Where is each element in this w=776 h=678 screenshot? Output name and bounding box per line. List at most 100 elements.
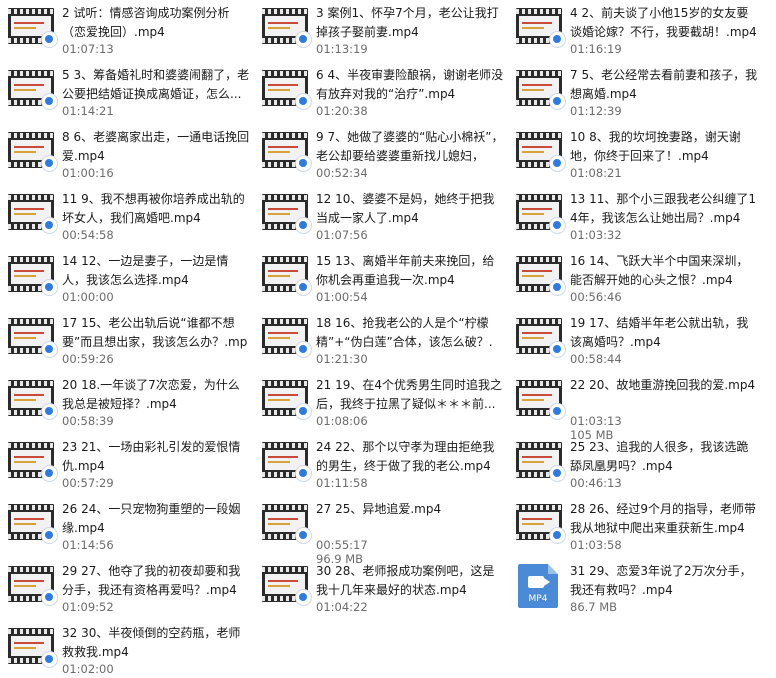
file-item[interactable]: 26 24、一只宠物狗重塑的一段姻缘.mp4 01:14:56 [0, 496, 250, 554]
file-duration: 01:03:32 [570, 228, 622, 242]
video-thumbnail-icon[interactable] [516, 442, 566, 482]
file-item[interactable]: 23 21、一场由彩礼引发的爱恨情仇.mp4 00:57:29 [0, 434, 250, 492]
file-name: 8 6、老婆离家出走，一通电话挽回爱.mp4 [62, 130, 250, 163]
video-thumbnail-icon[interactable] [262, 132, 312, 172]
video-thumbnail-icon[interactable] [262, 566, 312, 606]
video-thumbnail-icon[interactable] [8, 442, 58, 482]
video-thumbnail-icon[interactable] [516, 194, 566, 234]
video-thumbnail-icon[interactable] [516, 70, 566, 110]
video-thumbnail-icon[interactable] [262, 318, 312, 358]
file-duration: 00:55:17 [316, 538, 368, 552]
file-name: 25 23、追我的人很多，我该选跪舔凤凰男吗？.mp4 [570, 440, 749, 473]
cloud-sync-icon [41, 279, 58, 296]
video-thumbnail-icon[interactable] [8, 194, 58, 234]
cloud-sync-icon [41, 217, 58, 234]
file-name: 6 4、半夜审妻险酿祸，谢谢老师没有放弃对我的“治疗”.mp4 [316, 68, 504, 101]
video-thumbnail-icon[interactable] [516, 380, 566, 420]
file-name: 16 14、飞跃大半个中国来深圳，能否解开她的心头之恨？.mp4 [570, 254, 749, 287]
file-item[interactable]: 29 27、他夺了我的初夜却要和我分手，我还有资格再爱吗？.mp4 01:09:5… [0, 558, 250, 616]
file-name: 17 15、老公出轨后说“谁都不想要”而且想出家，我该怎么办？.mp4 [62, 316, 248, 349]
file-duration: 01:11:58 [316, 476, 368, 490]
file-name: 20 18.一年谈了7次恋爱，为什么我总是被短择？.mp4 [62, 378, 240, 411]
video-thumbnail-icon[interactable] [262, 8, 312, 48]
video-thumbnail-icon[interactable] [8, 8, 58, 48]
file-duration: 00:59:26 [62, 352, 114, 366]
video-thumbnail-icon[interactable] [262, 194, 312, 234]
video-thumbnail-icon[interactable] [8, 628, 58, 668]
cloud-sync-icon [549, 527, 566, 544]
video-thumbnail-icon[interactable] [262, 504, 312, 544]
video-thumbnail-icon[interactable] [8, 70, 58, 110]
file-item[interactable]: 32 30、半夜倾倒的空药瓶，老师救救我.mp4 01:02:00 [0, 620, 250, 678]
video-thumbnail-icon[interactable] [516, 504, 566, 544]
file-name: 30 28、老师报成功案例吧，这是我十几年来最好的状态.mp4 [316, 564, 495, 597]
video-thumbnail-icon[interactable] [8, 132, 58, 172]
video-thumbnail-icon[interactable] [8, 256, 58, 296]
file-item[interactable]: 10 8、我的坎坷挽妻路，谢天谢地，你终于回来了！.mp4 01:08:21 [508, 124, 758, 182]
file-item[interactable]: 24 22、那个以守孝为理由拒绝我的男生，终于做了我的老公.mp4 01:11:5… [254, 434, 504, 492]
video-thumbnail-icon[interactable] [516, 8, 566, 48]
file-item[interactable]: 2 试听：情感咨询成功案例分析（恋爱挽回）.mp4 01:07:13 [0, 0, 250, 58]
video-thumbnail-icon[interactable] [8, 380, 58, 420]
file-name: 10 8、我的坎坷挽妻路，谢天谢地，你终于回来了！.mp4 [570, 130, 741, 163]
file-name: 28 26、经过9个月的指导，老师带我从地狱中爬出来重获新生.mp4 [570, 502, 756, 535]
file-item[interactable]: 25 23、追我的人很多，我该选跪舔凤凰男吗？.mp4 00:46:13 [508, 434, 758, 492]
file-duration: 01:03:13 [570, 414, 622, 428]
video-thumbnail-icon[interactable] [516, 318, 566, 358]
file-duration: 01:12:39 [570, 104, 622, 118]
file-name: 23 21、一场由彩礼引发的爱恨情仇.mp4 [62, 440, 241, 473]
video-thumbnail-icon[interactable] [262, 70, 312, 110]
cloud-sync-icon [295, 465, 312, 482]
file-duration: 01:07:13 [62, 42, 114, 56]
video-thumbnail-icon[interactable] [8, 504, 58, 544]
file-name: 9 7、她做了婆婆的“贴心小棉袄”，老公却要给婆婆重新找儿媳妇，w... [316, 130, 504, 163]
cloud-sync-icon [549, 403, 566, 420]
video-thumbnail-icon[interactable] [516, 132, 566, 172]
video-thumbnail-icon[interactable] [262, 380, 312, 420]
file-name: 29 27、他夺了我的初夜却要和我分手，我还有资格再爱吗？.mp4 [62, 564, 241, 597]
file-item[interactable]: 19 17、结婚半年老公就出轨，我该离婚吗？.mp4 00:58:44 [508, 310, 758, 368]
file-item[interactable]: 3 案例1、怀孕7个月，老公让我打掉孩子娶前妻.mp4 01:13:19 [254, 0, 504, 58]
cloud-sync-icon [549, 93, 566, 110]
file-item[interactable]: 21 19、在4个优秀男生同时追我之后，我终于拉黑了疑似＊＊＊前... 01:08… [254, 372, 504, 430]
file-item[interactable]: 17 15、老公出轨后说“谁都不想要”而且想出家，我该怎么办？.mp4 00:59… [0, 310, 250, 368]
file-item[interactable]: 15 13、离婚半年前夫来挽回，给你机会再重追我一次.mp4 01:00:54 [254, 248, 504, 306]
file-duration: 01:08:06 [316, 414, 368, 428]
file-item[interactable]: 28 26、经过9个月的指导，老师带我从地狱中爬出来重获新生.mp4 01:03:… [508, 496, 758, 554]
file-item[interactable]: 13 11、那个小三跟我老公纠缠了14年，我该怎么让她出局？.mp4 01:03:… [508, 186, 758, 244]
file-item[interactable]: 27 25、异地追爱.mp4 00:55:17 96.9 MB [254, 496, 504, 566]
file-item[interactable]: 20 18.一年谈了7次恋爱，为什么我总是被短择？.mp4 00:58:39 [0, 372, 250, 430]
file-item[interactable]: 16 14、飞跃大半个中国来深圳，能否解开她的心头之恨？.mp4 00:56:46 [508, 248, 758, 306]
cloud-sync-icon [549, 341, 566, 358]
file-item[interactable]: 4 2、前夫谈了小他15岁的女友要谈婚论嫁？不行，我要截胡！.mp4 01:16:… [508, 0, 758, 58]
file-item[interactable]: 6 4、半夜审妻险酿祸，谢谢老师没有放弃对我的“治疗”.mp4 01:20:38 [254, 62, 504, 120]
file-item[interactable]: 30 28、老师报成功案例吧，这是我十几年来最好的状态.mp4 01:04:22 [254, 558, 504, 616]
video-thumbnail-icon[interactable] [262, 442, 312, 482]
file-item[interactable]: 18 16、抢我老公的人是个“柠檬精”+“伪白莲”合体，该怎么破？.mp4 01:… [254, 310, 504, 368]
mp4-file-icon[interactable]: MP4 [518, 564, 558, 608]
file-duration: 00:52:34 [316, 166, 368, 180]
cloud-sync-icon [41, 155, 58, 172]
file-item[interactable]: 7 5、老公经常去看前妻和孩子，我想离婚.mp4 01:12:39 [508, 62, 758, 120]
file-item[interactable]: MP4 31 29、恋爱3年说了2万次分手，我还有救吗？.mp4 86.7 MB [508, 558, 758, 616]
cloud-sync-icon [549, 31, 566, 48]
file-item[interactable]: 5 3、筹备婚礼时和婆婆闹翻了，老公要把结婚证换成离婚证，怎么... 01:14:… [0, 62, 250, 120]
file-grid: 2 试听：情感咨询成功案例分析（恋爱挽回）.mp4 01:07:13 3 案例1、怀… [0, 0, 776, 677]
file-item[interactable]: 9 7、她做了婆婆的“贴心小棉袄”，老公却要给婆婆重新找儿媳妇，w... 00:5… [254, 124, 504, 182]
file-item[interactable]: 8 6、老婆离家出走，一通电话挽回爱.mp4 01:00:16 [0, 124, 250, 182]
file-duration: 01:00:00 [62, 290, 114, 304]
file-name: 5 3、筹备婚礼时和婆婆闹翻了，老公要把结婚证换成离婚证，怎么... [62, 68, 250, 101]
video-thumbnail-icon[interactable] [8, 318, 58, 358]
video-thumbnail-icon[interactable] [262, 256, 312, 296]
file-duration: 01:04:22 [316, 600, 368, 614]
cloud-sync-icon [41, 465, 58, 482]
file-item[interactable]: 11 9、我不想再被你培养成出轨的坏女人，我们离婚吧.mp4 00:54:58 [0, 186, 250, 244]
file-name: 7 5、老公经常去看前妻和孩子，我想离婚.mp4 [570, 68, 758, 101]
file-item[interactable]: 14 12、一边是妻子，一边是情人，我该怎么选择.mp4 01:00:00 [0, 248, 250, 306]
video-thumbnail-icon[interactable] [8, 566, 58, 606]
file-item[interactable]: 22 20、故地重游挽回我的爱.mp4 01:03:13 105 MB [508, 372, 758, 442]
file-duration: 00:58:39 [62, 414, 114, 428]
file-duration: 01:03:58 [570, 538, 622, 552]
file-item[interactable]: 12 10、婆婆不是妈，她终于把我当成一家人了.mp4 01:07:56 [254, 186, 504, 244]
video-thumbnail-icon[interactable] [516, 256, 566, 296]
